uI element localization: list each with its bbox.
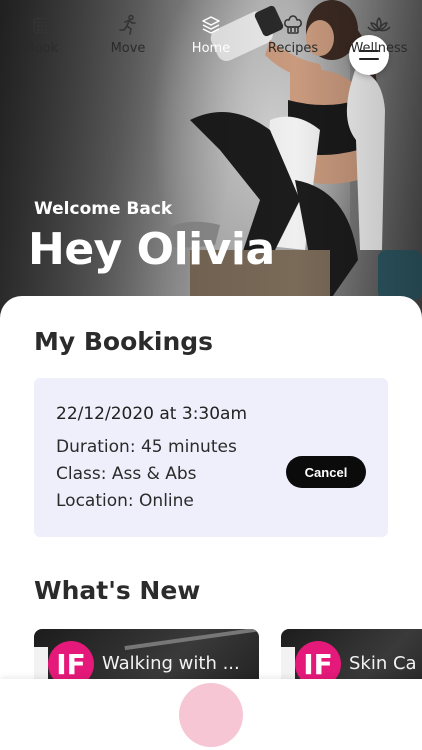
lotus-icon: [366, 14, 392, 36]
my-bookings-heading: My Bookings: [34, 327, 214, 356]
tab-book[interactable]: Book: [0, 0, 84, 71]
calendar-icon: [29, 14, 55, 36]
tab-home[interactable]: Home: [169, 0, 253, 71]
tab-recipes[interactable]: Recipes: [251, 0, 335, 71]
tab-label: Home: [191, 41, 231, 56]
tab-label: Recipes: [267, 41, 319, 56]
home-tab-highlight: [179, 683, 243, 747]
tab-label: Book: [25, 41, 59, 56]
booking-card: 22/12/2020 at 3:30am Duration: 45 minute…: [34, 378, 388, 537]
booking-datetime: 22/12/2020 at 3:30am: [56, 404, 248, 424]
booking-class: Class: Ass & Abs: [56, 464, 197, 484]
cancel-booking-button[interactable]: Cancel: [286, 456, 366, 488]
chef-hat-icon: [280, 14, 306, 36]
booking-location: Location: Online: [56, 491, 194, 511]
running-icon: [115, 14, 141, 36]
news-card-title: Walking with ...: [102, 653, 240, 674]
greeting-title: Hey Olivia: [28, 224, 275, 275]
tab-label: Move: [110, 41, 146, 56]
news-card-title: Skin Ca: [349, 653, 417, 674]
tab-label: Wellness: [350, 41, 408, 56]
layers-icon: [198, 14, 224, 36]
welcome-text: Welcome Back: [34, 199, 173, 219]
tab-wellness[interactable]: Wellness: [337, 0, 421, 71]
booking-duration: Duration: 45 minutes: [56, 437, 237, 457]
whats-new-heading: What's New: [34, 576, 201, 605]
tab-move[interactable]: Move: [86, 0, 170, 71]
news-card-image-detail: [124, 629, 259, 651]
